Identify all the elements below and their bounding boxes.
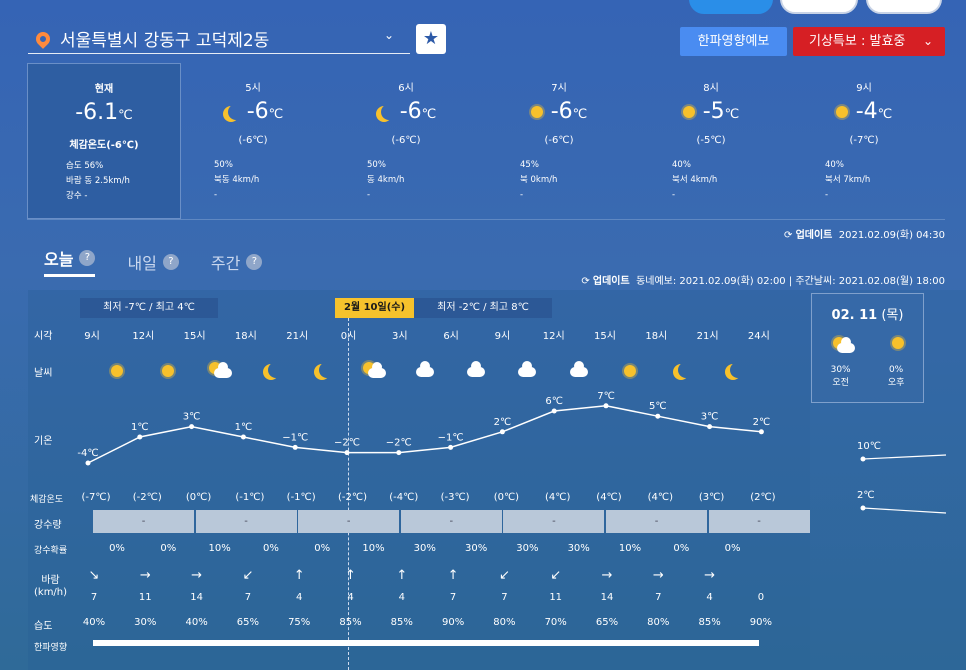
card-am: 30% 오전	[831, 365, 851, 388]
card-pm-label: 오후	[887, 378, 905, 388]
weekly-high-line	[862, 454, 947, 460]
card-high: 10℃	[857, 441, 881, 452]
temp-point	[189, 424, 195, 430]
weekly-low-line	[862, 507, 947, 514]
temp-point	[758, 429, 764, 435]
temp-label: 2℃	[494, 417, 512, 428]
weekly-point	[860, 505, 866, 511]
temp-point	[137, 434, 143, 440]
card-pm: 0% 오후	[888, 365, 905, 388]
weekly-day-card[interactable]: 02. 11 (목) 30% 오전 0% 오후	[811, 293, 924, 403]
card-am-prob: 30%	[830, 365, 851, 375]
temp-label: 1℃	[131, 422, 149, 433]
temp-label: −1℃	[282, 432, 308, 443]
partly-cloudy-icon	[831, 337, 855, 353]
temp-label: -4℃	[77, 448, 98, 459]
temp-point	[448, 444, 454, 450]
card-am-label: 오전	[832, 378, 849, 388]
card-dow: (목)	[881, 308, 904, 323]
temp-label: −1℃	[438, 432, 464, 443]
temp-label: −2℃	[334, 438, 360, 449]
cold-impact-bar	[93, 640, 759, 646]
temp-label: 6℃	[545, 396, 563, 407]
temp-point	[240, 434, 246, 440]
temp-label: 2℃	[753, 417, 771, 428]
temp-label: −2℃	[386, 438, 412, 449]
temp-point	[655, 413, 661, 419]
temp-point	[551, 408, 557, 414]
card-low: 2℃	[857, 490, 875, 501]
cloud-part	[836, 337, 855, 353]
temp-point	[499, 429, 505, 435]
temp-point	[707, 424, 713, 430]
weekly-point	[860, 456, 866, 462]
temp-point	[292, 444, 298, 450]
temp-label: 3℃	[183, 412, 201, 423]
temp-point	[396, 450, 402, 456]
card-date: 02. 11 (목)	[812, 304, 923, 323]
card-icons	[812, 337, 923, 353]
temp-label: 5℃	[649, 401, 667, 412]
temp-label: 7℃	[597, 391, 615, 402]
card-pm-prob: 0%	[888, 365, 904, 375]
temp-point	[85, 460, 91, 466]
temp-point	[603, 403, 609, 409]
temp-point	[344, 450, 350, 456]
card-probs: 30% 오전 0% 오후	[812, 365, 923, 388]
card-date-value: 02. 11	[831, 308, 878, 323]
temp-label: 3℃	[701, 412, 719, 423]
temp-label: 1℃	[235, 422, 253, 433]
sun-icon	[892, 337, 905, 349]
